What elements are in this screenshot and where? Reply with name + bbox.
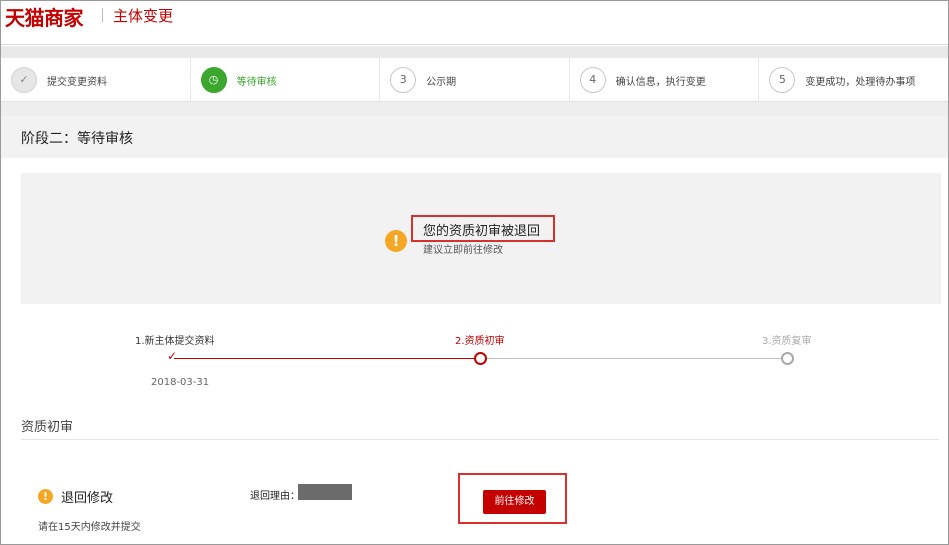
step-number: 4	[579, 67, 606, 93]
header-divider	[102, 8, 103, 22]
notice-highlight-box: 您的资质初审被退回	[411, 215, 555, 242]
progress-step1-label: 1.新主体提交资料	[135, 336, 215, 347]
section-divider	[21, 439, 939, 440]
page-title: 主体变更	[113, 7, 174, 25]
notice-subtitle: 建议立即前往修改	[423, 245, 503, 256]
page-frame: 天猫商家 主体变更 ✓ 提交变更资料 ◷ 等待审核 3 公示期 4 确认信息，执…	[0, 0, 949, 545]
steps-spacer	[1, 102, 948, 116]
section-title: 资质初审	[21, 420, 74, 435]
warning-icon: !	[38, 489, 53, 504]
reason-redacted-value	[298, 484, 352, 500]
check-icon: ✓	[11, 67, 37, 93]
review-progress: 1.新主体提交资料 2.资质初审 3.资质复审 ✓ 2018-03-31	[1, 321, 948, 401]
step-submit-materials: ✓ 提交变更资料	[1, 58, 190, 101]
step-label: 公示期	[426, 77, 457, 88]
button-highlight-box: 前往修改	[458, 473, 567, 524]
returned-hint: 请在15天内修改并提交	[38, 522, 141, 533]
progress-step2-label: 2.资质初审	[455, 336, 505, 347]
progress-pending-dot	[781, 352, 794, 365]
notice-title: 您的资质初审被退回	[423, 224, 541, 239]
reason-label: 退回理由：	[250, 491, 300, 502]
progress-step1-date: 2018-03-31	[151, 377, 210, 388]
progress-step3-label: 3.资质复审	[762, 336, 812, 347]
progress-line-complete	[174, 358, 481, 359]
clock-icon: ◷	[200, 67, 227, 93]
step-public-notice: 3 公示期	[379, 58, 569, 101]
progress-current-dot	[474, 352, 487, 365]
step-number: 3	[390, 67, 417, 93]
returned-title: 退回修改	[61, 491, 114, 506]
stage-header: 阶段二：等待审核	[1, 116, 948, 158]
progress-line-pending	[481, 358, 787, 359]
step-indicator: ✓ 提交变更资料 ◷ 等待审核 3 公示期 4 确认信息，执行变更 5 变更成功…	[1, 58, 948, 102]
step-label: 等待审核	[236, 77, 277, 88]
tmall-merchant-logo[interactable]: 天猫商家	[5, 2, 84, 31]
notice-panel: ! 您的资质初审被退回 建议立即前往修改	[21, 173, 941, 304]
step-label: 确认信息，执行变更	[615, 77, 706, 88]
stage-title: 阶段二：等待审核	[21, 131, 133, 147]
step-waiting-review: ◷ 等待审核	[189, 58, 380, 101]
top-bar: 天猫商家 主体变更	[1, 1, 948, 45]
go-modify-button[interactable]: 前往修改	[483, 490, 546, 514]
step-number: 5	[769, 67, 796, 93]
header-spacer	[1, 46, 948, 58]
step-change-success: 5 变更成功，处理待办事项	[758, 58, 948, 101]
step-label: 变更成功，处理待办事项	[805, 77, 916, 88]
step-label: 提交变更资料	[47, 77, 107, 88]
check-icon: ✓	[167, 349, 178, 363]
step-confirm-execute: 4 确认信息，执行变更	[568, 58, 759, 101]
warning-icon: !	[385, 230, 407, 252]
